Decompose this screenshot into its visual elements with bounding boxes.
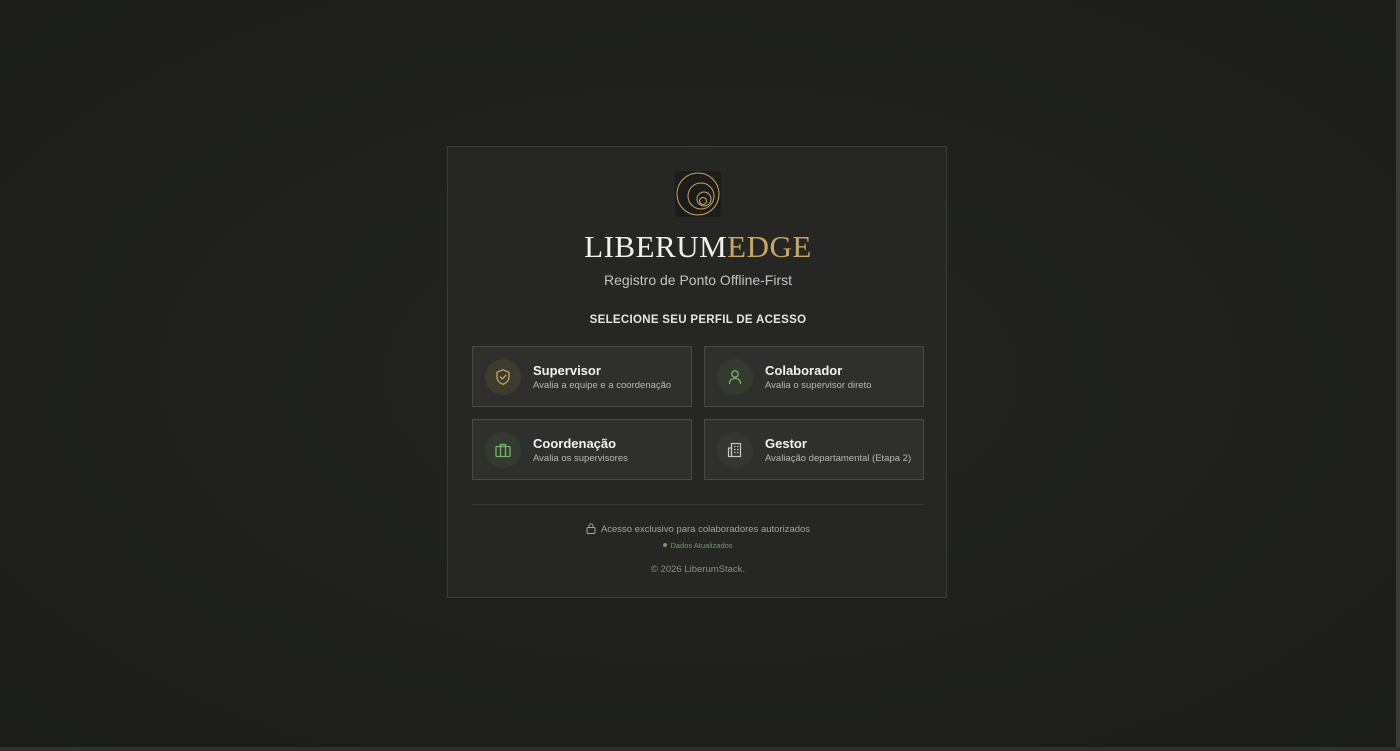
app-subtitle: Registro de Ponto Offline-First: [603, 272, 793, 288]
brand-name: LIBERUMEDGE: [448, 231, 948, 262]
brand-name-part1: LIBERUM: [584, 229, 728, 264]
access-notice: Acesso exclusivo para colaboradores auto…: [448, 523, 948, 535]
shield-check-icon: [485, 359, 521, 395]
role-title-gestor: Gestor: [765, 436, 807, 451]
role-desc-supervisor: Avalia a equipe e a coordenação: [533, 380, 672, 391]
role-card-colaborador[interactable]: Colaborador Avalia o supervisor direto: [704, 346, 924, 407]
brand-name-part2: EDGE: [727, 229, 812, 264]
role-card-supervisor[interactable]: Supervisor Avalia a equipe e a coordenaç…: [472, 346, 692, 407]
sync-status-text: Dados Atualizados: [670, 541, 733, 550]
lock-icon: [586, 523, 596, 534]
status-dot-icon: [663, 543, 668, 547]
spiral-logo-icon: [675, 171, 721, 217]
role-title-supervisor: Supervisor: [533, 363, 601, 378]
footer-divider: [472, 504, 924, 505]
role-title-coordenacao: Coordenação: [533, 436, 617, 451]
copyright: © 2026 LiberumStack.: [650, 564, 746, 575]
role-desc-colaborador: Avalia o supervisor direto: [765, 380, 872, 391]
page-background: LIBERUMEDGE Registro de Ponto Offline-Fi…: [0, 0, 1400, 751]
sync-status: Dados Atualizados: [448, 541, 948, 550]
role-card-coordenacao[interactable]: Coordenação Avalia os supervisores: [472, 419, 692, 480]
window-bottom-edge: [0, 747, 1400, 751]
login-card: LIBERUMEDGE Registro de Ponto Offline-Fi…: [447, 146, 947, 598]
access-notice-text: Acesso exclusivo para colaboradores auto…: [600, 524, 811, 535]
role-desc-gestor: Avaliação departamental (Etapa 2): [765, 453, 912, 464]
building-icon: [717, 432, 753, 468]
role-title-colaborador: Colaborador: [765, 363, 843, 378]
role-desc-coordenacao: Avalia os supervisores: [533, 453, 628, 464]
briefcase-icon: [485, 432, 521, 468]
role-card-gestor[interactable]: Gestor Avaliação departamental (Etapa 2): [704, 419, 924, 480]
window-edge: [1396, 0, 1400, 751]
user-icon: [717, 359, 753, 395]
profile-selection-label: SELECIONE SEU PERFIL DE ACESSO: [589, 314, 807, 326]
